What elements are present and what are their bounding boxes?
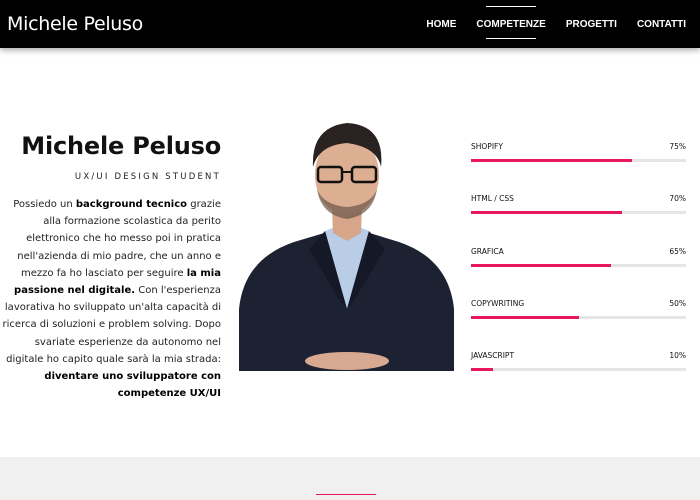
skill-percent: 65% [669,246,686,256]
skill-progress-track [471,263,686,267]
skill-label: COPYWRITING [471,298,525,308]
skill-percent: 70% [669,194,686,204]
skill-item-html-css: HTML / CSS 70% [471,194,686,246]
portrait-photo [239,109,454,371]
portrait-illustration [239,123,454,371]
skill-percent: 50% [669,298,686,308]
skill-progress-track [471,159,686,162]
skills-list: SHOPIFY 75% HTML / CSS 70% GRAFICA 65% C… [471,142,686,403]
top-navbar: Michele Peluso HOME COMPETENZE PROGETTI … [0,0,700,48]
profile-bio: Possiedo un background tecnico grazie al… [0,196,221,402]
bio-highlight: background tecnico [75,199,188,210]
skill-item-copywriting: COPYWRITING 50% [471,299,686,351]
bio-text: Con l'esperienza lavorativa ho sviluppat… [2,285,221,365]
skill-item-shopify: SHOPIFY 75% [471,142,686,194]
profile-section: Michele Peluso UX/UI DESIGN STUDENT Poss… [0,132,222,402]
skill-percent: 10% [669,351,686,361]
skill-progress-track [471,211,686,215]
skill-item-javascript: JAVASCRIPT 10% [471,351,686,403]
skill-label: HTML / CSS [471,194,514,204]
bio-text: Possiedo un [13,199,76,210]
bio-highlight: diventare uno sviluppatore con competenz… [44,371,221,400]
skill-progress-fill [471,368,493,372]
nav-item-contatti[interactable]: CONTATTI [637,0,686,48]
nav-item-competenze[interactable]: COMPETENZE [476,0,546,48]
brand-logo[interactable]: Michele Peluso [7,13,143,35]
nav-item-home[interactable]: HOME [426,0,456,48]
profile-role: UX/UI DESIGN STUDENT [74,172,221,182]
skill-label: GRAFICA [471,246,504,256]
skill-label: SHOPIFY [471,142,503,151]
skill-progress-fill [471,263,611,267]
skill-progress-track [471,368,686,372]
section-accent-line [316,494,376,495]
next-section-band [0,457,700,500]
main-nav: HOME COMPETENZE PROGETTI CONTATTI [426,0,686,48]
skill-label: JAVASCRIPT [471,351,515,361]
skill-percent: 75% [669,142,686,151]
nav-item-progetti[interactable]: PROGETTI [566,0,617,48]
skill-progress-fill [471,211,622,215]
skill-progress-track [471,315,686,319]
skill-progress-fill [471,159,633,162]
profile-name: Michele Peluso [21,132,221,160]
skill-item-grafica: GRAFICA 65% [471,247,686,299]
skill-progress-fill [471,315,579,319]
